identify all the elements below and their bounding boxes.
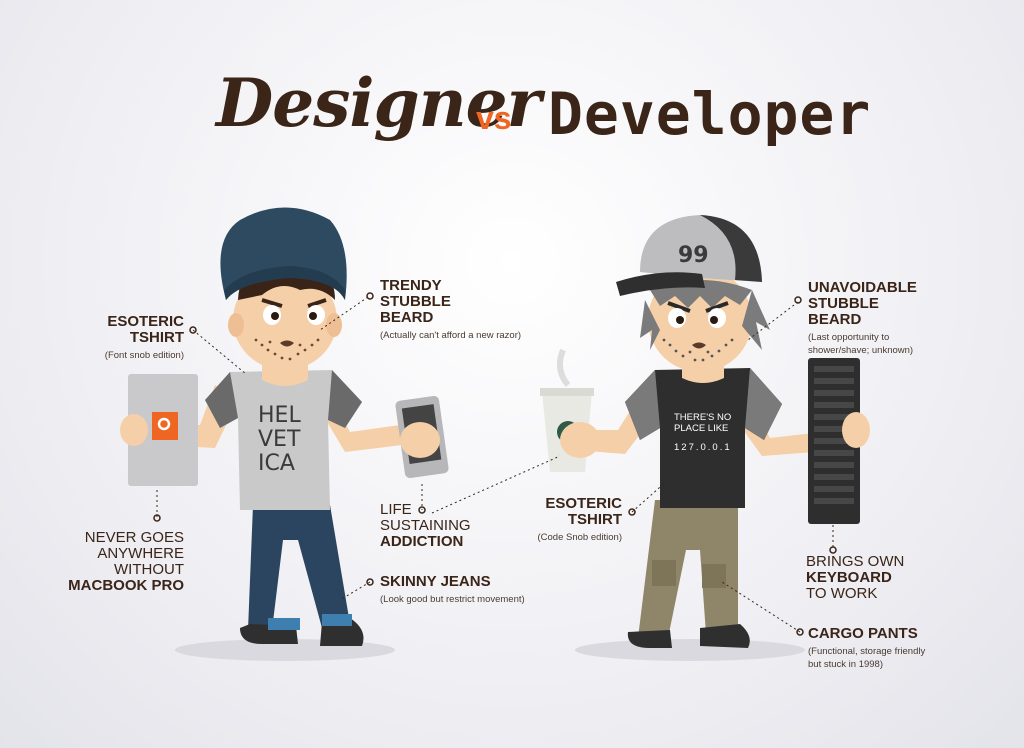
- designer-sock-right: [322, 614, 352, 626]
- developer-tshirt-callout: ESOTERIC TSHIRT (Code Snob edition): [537, 495, 623, 544]
- keyboard-callout: BRINGS OWN KEYBOARD TO WORK: [806, 553, 905, 602]
- skinny-jeans: [248, 505, 350, 630]
- developer-shadow: [575, 639, 805, 661]
- designer-hand-left: [120, 414, 148, 446]
- designer-tshirt-callout: ESOTERIC TSHIRT (Font snob edition): [104, 313, 184, 362]
- macbook-callout: NEVER GOES ANYWHERE WITHOUT MACBOOK PRO: [68, 529, 184, 594]
- addiction-callout: LIFE SUSTAINING ADDICTION: [380, 501, 471, 550]
- cargo-callout: CARGO PANTS (Functional, storage friendl…: [808, 625, 926, 671]
- designer-beard-callout: TRENDY STUBBLE BEARD (Actually can't aff…: [380, 277, 522, 342]
- designer-hand-right: [400, 422, 440, 458]
- designer-shirt-print: HEL VET ICA: [258, 403, 301, 476]
- title-developer: Developer: [548, 80, 872, 148]
- developer-beard-callout: UNAVOIDABLE STUBBLE BEARD (Last opportun…: [808, 279, 917, 357]
- cap-text: 99: [678, 243, 709, 268]
- developer-hand-right: [842, 412, 870, 448]
- designer-sock-left: [268, 618, 300, 630]
- developer-hand-left: [560, 422, 600, 458]
- jeans-callout: SKINNY JEANS (Look good but restrict mov…: [380, 573, 525, 606]
- title-vs: vs: [476, 100, 512, 136]
- developer-shirt-print: THERE'S NO PLACE LIKE 127.0.0.1: [674, 412, 732, 453]
- developer-shoe-right: [700, 624, 750, 648]
